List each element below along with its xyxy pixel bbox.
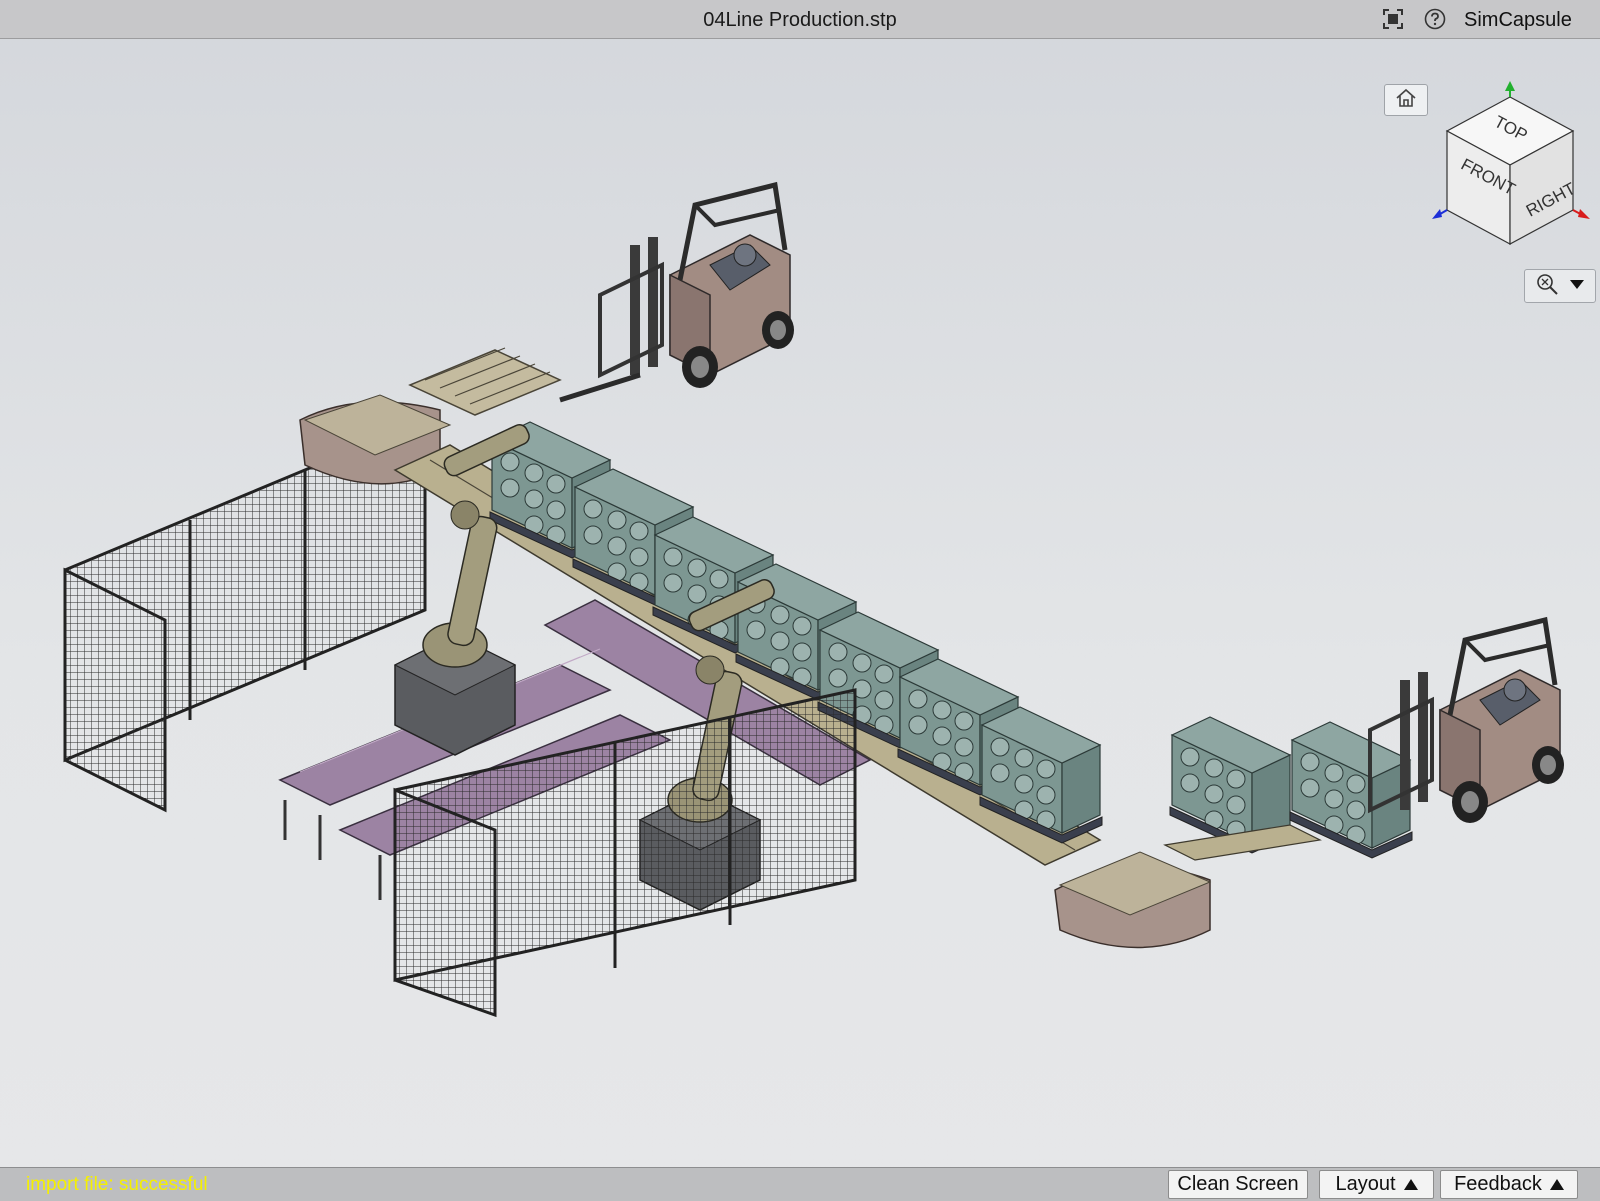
clean-screen-label: Clean Screen bbox=[1177, 1173, 1299, 1195]
window-title: 04Line Production.stp bbox=[703, 9, 897, 31]
clean-screen-button[interactable]: Clean Screen bbox=[1168, 1170, 1308, 1199]
status-bar: import file: successful Clean Screen Lay… bbox=[0, 1167, 1600, 1201]
production-line-model[interactable] bbox=[0, 39, 1600, 1167]
chevron-down-icon bbox=[1569, 277, 1585, 295]
forklift-back bbox=[600, 185, 794, 388]
y-axis-icon bbox=[1505, 81, 1515, 91]
layout-button[interactable]: Layout bbox=[1319, 1170, 1434, 1199]
title-bar: 04Line Production.stp SimCapsule bbox=[0, 0, 1600, 39]
help-icon[interactable] bbox=[1424, 8, 1446, 30]
view-cube[interactable]: TOP FRONT RIGHT bbox=[1430, 79, 1600, 259]
zoom-menu-button[interactable] bbox=[1524, 269, 1596, 303]
feedback-label: Feedback bbox=[1454, 1173, 1542, 1195]
home-icon bbox=[1395, 88, 1417, 113]
brand-name: SimCapsule bbox=[1464, 9, 1572, 31]
z-axis-icon bbox=[1432, 209, 1442, 219]
x-axis-icon bbox=[1578, 209, 1590, 219]
chevron-up-icon bbox=[1403, 1179, 1418, 1190]
layout-label: Layout bbox=[1335, 1173, 1396, 1195]
home-view-button[interactable] bbox=[1384, 84, 1428, 116]
3d-viewport[interactable]: TOP FRONT RIGHT bbox=[0, 39, 1600, 1167]
fullscreen-icon[interactable] bbox=[1382, 8, 1404, 30]
status-message: import file: successful bbox=[26, 1174, 208, 1195]
turntable-conveyor-right bbox=[1054, 851, 1212, 949]
pallet-station bbox=[408, 349, 562, 416]
zoom-fit-icon bbox=[1535, 272, 1559, 301]
feedback-button[interactable]: Feedback bbox=[1440, 1170, 1578, 1199]
chevron-up-icon bbox=[1549, 1179, 1564, 1190]
